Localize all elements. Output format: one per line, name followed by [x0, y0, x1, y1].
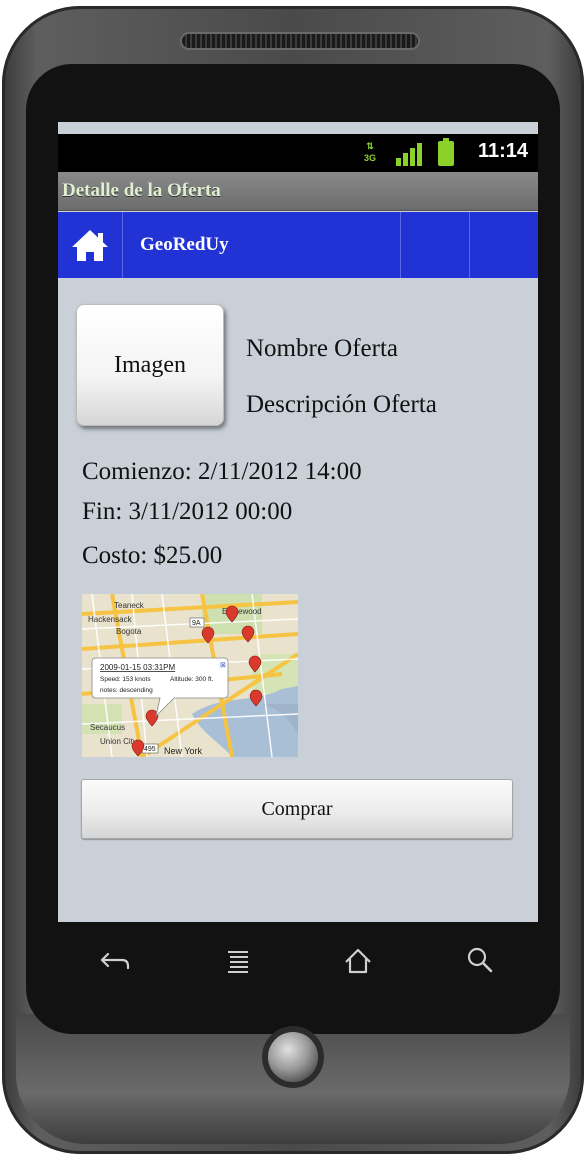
- map-label: Union City: [100, 737, 137, 746]
- offer-image-placeholder[interactable]: Imagen: [76, 304, 224, 426]
- map-label: Secaucus: [90, 723, 125, 732]
- map-label: New York: [164, 746, 203, 756]
- offer-map[interactable]: Teaneck Hackensack Bogota Englewood Seca…: [82, 594, 298, 757]
- offer-cost: Costo: $25.00: [82, 542, 223, 569]
- screen: ⇅ 3G 11:14 Detalle de la Oferta GeoRedUy…: [58, 122, 538, 922]
- search-softkey[interactable]: [460, 940, 500, 980]
- softkey-bar: [58, 930, 538, 990]
- menu-button[interactable]: [218, 940, 258, 980]
- search-icon: [467, 947, 493, 973]
- offer-description: Descripción Oferta: [246, 391, 437, 418]
- earpiece-speaker: [182, 34, 418, 48]
- home-outline-icon: [345, 948, 371, 974]
- back-arrow-icon: [100, 952, 130, 970]
- home-button[interactable]: [58, 212, 123, 278]
- map-label: Teaneck: [114, 601, 145, 610]
- offer-image-label: Imagen: [114, 352, 186, 378]
- status-clock: 11:14: [477, 140, 528, 162]
- popup-notes: notes: descending: [100, 687, 153, 694]
- signal-strength-icon: [396, 142, 422, 166]
- nav-cell-empty[interactable]: [401, 212, 470, 278]
- map-label: Bogota: [116, 627, 142, 636]
- back-button[interactable]: [96, 940, 136, 980]
- road-shield: 9A: [192, 620, 201, 627]
- offer-start: Comienzo: 2/11/2012 14:00: [82, 458, 362, 485]
- popup-close-icon: ⊠: [220, 662, 226, 669]
- map-label: Hackensack: [88, 615, 133, 624]
- offer-name: Nombre Oferta: [246, 335, 399, 362]
- home-icon: [72, 230, 108, 261]
- buy-button[interactable]: Comprar: [81, 779, 513, 839]
- popup-date: 2009-01-15 03:31PM: [100, 663, 176, 672]
- nav-cell-empty[interactable]: [470, 212, 538, 278]
- popup-speed: Speed: 153 knots: [100, 676, 151, 683]
- menu-icon: [228, 951, 248, 973]
- page-title: Detalle de la Oferta: [62, 180, 221, 201]
- trackball-button[interactable]: [268, 1032, 318, 1082]
- title-bar: Detalle de la Oferta: [58, 172, 538, 211]
- home-softkey[interactable]: [338, 940, 378, 980]
- status-bar: ⇅ 3G 11:14: [58, 134, 538, 172]
- popup-altitude: Altitude: 300 ft.: [170, 676, 214, 683]
- offer-end: Fin: 3/11/2012 00:00: [82, 498, 293, 525]
- road-shield: 495: [144, 746, 156, 753]
- nav-bar: GeoRedUy: [58, 212, 538, 278]
- battery-icon: [438, 138, 454, 166]
- nav-divider: [122, 212, 401, 278]
- network-3g-icon: ⇅ 3G: [363, 141, 376, 163]
